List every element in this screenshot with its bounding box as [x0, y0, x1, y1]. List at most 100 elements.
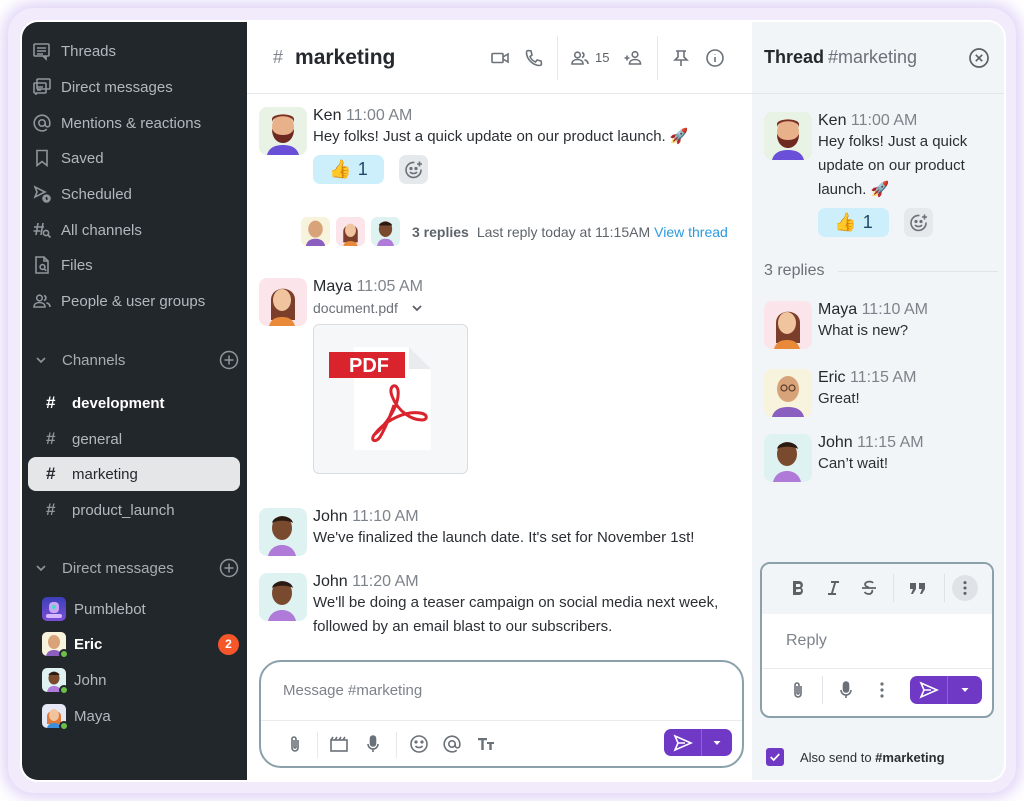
sidebar-item-label: People & user groups: [61, 292, 206, 310]
sidebar-item-label: Direct messages: [61, 78, 173, 96]
pdf-file-preview[interactable]: PDF: [313, 324, 468, 474]
strikethrough-icon[interactable]: [859, 578, 879, 598]
send-button[interactable]: [664, 729, 702, 756]
microphone-icon[interactable]: [836, 680, 856, 700]
reply-send-button[interactable]: [910, 676, 948, 704]
sidebar-item-label: All channels: [61, 221, 142, 239]
message-author[interactable]: Maya: [313, 278, 352, 295]
chevron-down-icon[interactable]: [34, 561, 48, 575]
thread-header: Thread #marketing: [752, 22, 1004, 94]
message-input[interactable]: Message #marketing: [283, 682, 422, 699]
chevron-down-icon[interactable]: [34, 353, 48, 367]
sidebar: Threads Direct messages Mentions & react…: [22, 22, 247, 780]
also-send-label: Also send to: [800, 749, 872, 765]
hash-icon: #: [273, 47, 284, 67]
add-channel-icon[interactable]: [219, 350, 239, 370]
more-vertical-icon[interactable]: [872, 680, 892, 700]
message-time: 11:00 AM: [850, 112, 918, 129]
dm-item-john[interactable]: John: [42, 665, 239, 695]
text-format-icon[interactable]: [476, 734, 496, 754]
dm-section-label: Direct messages: [62, 559, 174, 577]
dm-item-pumblebot[interactable]: Pumblebot: [42, 594, 239, 624]
channel-pane: # marketing 15 Ken 11:00 AM Hey folks! J…: [247, 22, 752, 780]
thumbs-up-icon: 👍: [329, 159, 352, 179]
avatar-eric: [42, 632, 69, 659]
channel-item-marketing[interactable]: # marketing: [28, 457, 240, 491]
direct-messages-icon: [33, 78, 51, 95]
hash-icon: #: [46, 464, 56, 483]
message-text: Hey folks! Just a quick update on our pr…: [313, 128, 689, 145]
channel-item-general[interactable]: # general: [28, 422, 240, 456]
dm-name: Pumblebot: [74, 600, 146, 618]
sidebar-item-mentions[interactable]: Mentions & reactions: [32, 108, 201, 138]
dm-section-header[interactable]: Direct messages: [34, 555, 239, 581]
attach-icon[interactable]: [788, 680, 808, 700]
emoji-icon[interactable]: [409, 734, 429, 754]
channel-item-development[interactable]: # development: [28, 386, 240, 420]
members-icon[interactable]: [570, 48, 590, 68]
add-reaction-button[interactable]: [399, 155, 428, 184]
message-text: We'll be doing a teaser campaign on soci…: [313, 594, 719, 635]
video-clip-icon[interactable]: [329, 734, 349, 754]
mention-icon[interactable]: [442, 734, 462, 754]
bold-icon[interactable]: [788, 578, 808, 598]
at-icon: [33, 114, 51, 132]
thread-summary[interactable]: 3 replies Last reply today at 11:15AM Vi…: [301, 217, 728, 246]
message-author[interactable]: Eric: [818, 369, 846, 386]
channel-header: # marketing 15: [247, 22, 752, 94]
channels-section-header[interactable]: Channels: [34, 347, 239, 373]
channel-title[interactable]: # marketing: [273, 46, 395, 70]
message-author[interactable]: Ken: [818, 112, 846, 129]
message-author[interactable]: Maya: [818, 301, 857, 318]
phone-call-icon[interactable]: [524, 48, 544, 68]
add-member-icon[interactable]: [623, 48, 643, 68]
message-author[interactable]: John: [313, 508, 348, 525]
avatar-john: [764, 434, 812, 482]
add-dm-icon[interactable]: [219, 558, 239, 578]
channel-item-product-launch[interactable]: # product_launch: [28, 493, 240, 527]
reply-send-button-group: [910, 676, 982, 704]
sidebar-item-scheduled[interactable]: Scheduled: [32, 179, 132, 209]
sidebar-item-files[interactable]: Files: [32, 250, 93, 280]
sidebar-item-people[interactable]: People & user groups: [32, 286, 205, 316]
message-text: Great!: [818, 390, 860, 407]
dm-name: Maya: [74, 707, 111, 725]
message-author[interactable]: John: [313, 573, 348, 590]
message-time: 11:10 AM: [861, 301, 928, 318]
sidebar-item-threads[interactable]: Threads: [32, 36, 116, 66]
more-formatting-button[interactable]: [952, 575, 978, 601]
message-composer[interactable]: Message #marketing: [259, 660, 744, 768]
info-icon[interactable]: [705, 48, 725, 68]
reply-composer[interactable]: Reply: [760, 562, 994, 718]
add-reaction-button[interactable]: [904, 208, 933, 237]
send-options-button[interactable]: [702, 729, 732, 756]
reply-send-options-button[interactable]: [948, 676, 982, 704]
also-send-checkbox[interactable]: [766, 748, 784, 766]
replies-count[interactable]: 3 replies: [412, 224, 469, 240]
dm-item-eric[interactable]: Eric 2: [42, 629, 239, 659]
pin-icon[interactable]: [671, 48, 691, 68]
reaction-thumbs-up[interactable]: 👍 1: [818, 208, 889, 237]
sidebar-item-saved[interactable]: Saved: [32, 143, 104, 173]
video-call-icon[interactable]: [490, 48, 510, 68]
reply-input[interactable]: Reply: [786, 632, 827, 650]
message-author[interactable]: John: [818, 434, 853, 451]
dm-item-maya[interactable]: Maya: [42, 701, 239, 731]
also-send-option[interactable]: Also send to #marketing: [766, 748, 945, 766]
add-emoji-icon: [909, 214, 927, 231]
add-emoji-icon: [404, 161, 422, 178]
message-author[interactable]: Ken: [313, 107, 341, 124]
view-thread-link[interactable]: View thread: [654, 224, 728, 240]
sidebar-item-direct-messages[interactable]: Direct messages: [32, 72, 173, 102]
sidebar-item-all-channels[interactable]: All channels: [32, 215, 142, 245]
member-count[interactable]: 15: [595, 50, 609, 65]
italic-icon[interactable]: [823, 578, 843, 598]
file-name-toggle[interactable]: document.pdf: [313, 300, 744, 316]
online-status-indicator: [59, 721, 69, 731]
thread-channel[interactable]: #marketing: [828, 47, 917, 68]
attach-icon[interactable]: [285, 734, 305, 754]
reaction-thumbs-up[interactable]: 👍 1: [313, 155, 384, 184]
quote-icon[interactable]: [908, 578, 928, 598]
close-icon[interactable]: [968, 47, 990, 69]
microphone-icon[interactable]: [363, 734, 383, 754]
